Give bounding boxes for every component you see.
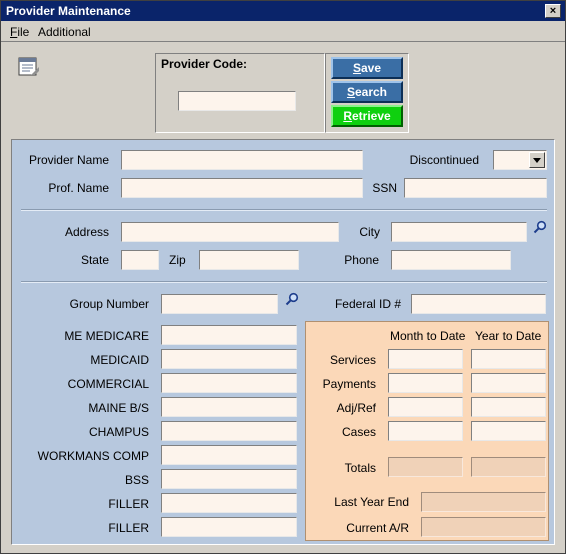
payer-field[interactable] [161,325,297,345]
totals-mtd-field [388,457,463,477]
payer-field[interactable] [161,421,297,441]
stat-row-label: Adj/Ref [336,401,376,415]
group-number-label: Group Number [69,297,149,311]
payer-field[interactable] [161,373,297,393]
prof-name-label: Prof. Name [48,181,109,195]
city-search-icon[interactable] [533,220,547,234]
ssn-field[interactable] [404,178,547,198]
payer-label: FILLER [108,497,149,511]
phone-label: Phone [344,253,379,267]
provider-code-panel: Provider Code: [155,53,325,133]
zip-label: Zip [169,253,186,267]
menu-additional[interactable]: Additional [38,25,91,39]
stat-ytd-field[interactable] [471,421,546,441]
stat-mtd-field[interactable] [388,397,463,417]
menu-file[interactable]: File [10,25,29,39]
federal-id-label: Federal ID # [334,297,401,311]
payer-label: COMMERCIAL [67,377,149,391]
current-ar-label: Current A/R [346,521,409,535]
payer-label: CHAMPUS [88,425,149,439]
payer-label: WORKMANS COMP [37,449,149,463]
payer-field[interactable] [161,445,297,465]
provider-code-input[interactable] [178,91,296,111]
section-divider [21,209,547,211]
stat-row-label: Services [329,353,376,367]
retrieve-button[interactable]: Retrieve [331,105,403,127]
month-to-date-header: Month to Date [390,329,466,343]
save-button[interactable]: Save [331,57,403,79]
totals-label: Totals [344,461,376,475]
state-field[interactable] [121,250,159,270]
last-year-end-label: Last Year End [334,495,409,509]
phone-field[interactable] [391,250,511,270]
stat-mtd-field[interactable] [388,421,463,441]
stat-ytd-field[interactable] [471,373,546,393]
payer-field[interactable] [161,349,297,369]
payer-field[interactable] [161,493,297,513]
federal-id-field[interactable] [411,294,546,314]
city-field[interactable] [391,222,527,242]
section-divider [21,281,547,283]
group-search-icon[interactable] [285,292,299,306]
payer-label: MEDICAID [90,353,149,367]
stat-row-label: Cases [341,425,376,439]
payer-label: ME MEDICARE [64,329,149,343]
address-label: Address [64,225,109,239]
last-year-end-field [421,492,546,512]
group-number-field[interactable] [161,294,278,314]
state-label: State [80,253,109,267]
provider-code-label: Provider Code: [161,57,248,71]
prof-name-field[interactable] [121,178,363,198]
city-label: City [359,225,380,239]
payer-field[interactable] [161,397,297,417]
title-bar: Provider Maintenance × [1,1,565,21]
action-button-panel: Save Search Retrieve [325,53,409,133]
ssn-label: SSN [372,181,397,195]
provider-name-label: Provider Name [28,153,109,167]
address-field[interactable] [121,222,339,242]
provider-maintenance-window: Provider Maintenance × File Additional P… [0,0,566,554]
payer-label: BSS [124,473,149,487]
totals-ytd-field [471,457,546,477]
stat-mtd-field[interactable] [388,349,463,369]
stat-ytd-field[interactable] [471,397,546,417]
payer-field[interactable] [161,517,297,537]
zip-field[interactable] [199,250,299,270]
window-title: Provider Maintenance [6,4,131,18]
chevron-down-icon[interactable] [529,152,545,168]
stat-mtd-field[interactable] [388,373,463,393]
payer-field[interactable] [161,469,297,489]
year-to-date-header: Year to Date [475,329,542,343]
payer-label: FILLER [108,521,149,535]
discontinued-select[interactable] [493,150,547,170]
form-icon[interactable] [18,57,40,77]
search-button[interactable]: Search [331,81,403,103]
payer-label: MAINE B/S [88,401,149,415]
stat-ytd-field[interactable] [471,349,546,369]
discontinued-label: Discontinued [409,153,479,167]
current-ar-field [421,517,546,537]
stat-row-label: Payments [322,377,376,391]
close-icon[interactable]: × [545,4,561,18]
menu-bar: File Additional [1,21,565,42]
provider-name-field[interactable] [121,150,363,170]
